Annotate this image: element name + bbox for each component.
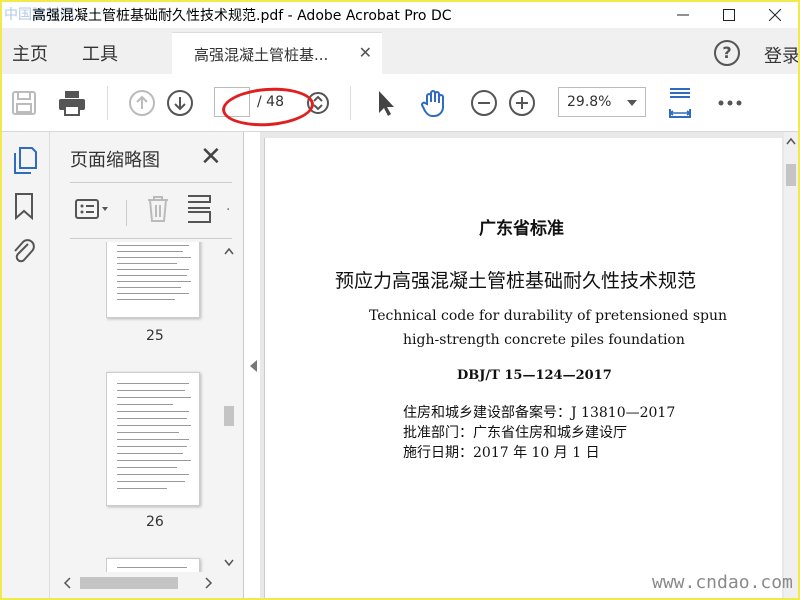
select-cursor-icon[interactable] — [370, 87, 402, 119]
panel-title: 页面缩略图 — [70, 150, 160, 171]
zoom-out-icon[interactable] — [468, 87, 500, 119]
page-thumbnails-icon[interactable] — [12, 146, 38, 178]
title-bar: 中国建材网 高强混凝土管桩基础耐久性技术规范.pdf - Adobe Acrob… — [2, 2, 798, 28]
doc-standard-type: 广东省标准 — [479, 219, 564, 239]
collapse-panel-icon[interactable] — [250, 360, 257, 372]
menu-tools[interactable]: 工具 — [82, 40, 118, 66]
thumbnail-label: 26 — [146, 514, 164, 530]
login-link[interactable]: 登录 — [764, 42, 798, 68]
chevron-down-icon — [627, 100, 637, 106]
maximize-button[interactable] — [706, 2, 752, 28]
thumbnail-horizontal-scrollbar[interactable] — [58, 574, 220, 592]
thumbnail-list: 25 26 — [106, 242, 216, 572]
doc-approval-dept: 批准部门：广东省住房和城乡建设厅 — [403, 425, 627, 441]
more-options-icon[interactable] — [714, 87, 746, 119]
thumbnails-panel: 页面缩略图 ✕ · 25 26 — [50, 132, 244, 598]
page-thumbnail-26[interactable] — [106, 372, 200, 506]
watermark-bottom: www.cndao.com — [652, 572, 793, 593]
insert-page-icon[interactable] — [186, 194, 214, 228]
previous-page-icon[interactable] — [126, 87, 158, 119]
menu-home[interactable]: 主页 — [12, 40, 48, 66]
window-title: 高强混凝土管桩基础耐久性技术规范.pdf - Adobe Acrobat Pro… — [32, 8, 452, 24]
navigation-strip — [2, 132, 50, 598]
doc-title-en-2: high-strength concrete piles foundation — [403, 332, 685, 348]
doc-record-number: 住房和城乡建设部备案号：J 13810—2017 — [403, 405, 676, 421]
bookmark-icon[interactable] — [14, 192, 34, 224]
doc-title-en-1: Technical code for durability of pretens… — [369, 308, 728, 324]
close-window-button[interactable] — [752, 2, 798, 28]
document-tab-label: 高强混凝土管桩基... — [194, 46, 329, 64]
hand-tool-icon[interactable] — [418, 87, 450, 119]
document-tab[interactable]: 高强混凝土管桩基... ✕ — [172, 32, 382, 74]
thumbnail-options-icon[interactable] — [74, 194, 112, 226]
fit-page-icon[interactable] — [664, 87, 696, 119]
doc-code: DBJ/T 15—124—2017 — [457, 368, 612, 383]
more-tools-dot: · — [226, 202, 231, 218]
doc-title-cn: 预应力高强混凝土管桩基础耐久性技术规范 — [335, 270, 697, 292]
toolbar — [2, 74, 798, 132]
acrobat-window: 中国建材网 高强混凝土管桩基础耐久性技术规范.pdf - Adobe Acrob… — [2, 2, 798, 598]
print-icon[interactable] — [56, 87, 88, 119]
zoom-select[interactable]: 29.8% — [558, 87, 646, 117]
panel-close-icon[interactable]: ✕ — [200, 142, 222, 172]
close-icon — [769, 9, 781, 21]
delete-page-icon[interactable] — [144, 194, 172, 228]
minimize-icon — [677, 14, 689, 16]
page-thumbnail-25[interactable] — [106, 242, 200, 318]
pdf-page: 广东省标准 预应力高强混凝土管桩基础耐久性技术规范 Technical code… — [264, 138, 782, 598]
minimize-button[interactable] — [660, 2, 706, 28]
help-icon[interactable]: ? — [714, 40, 740, 66]
thumbnail-label: 25 — [146, 328, 164, 344]
menu-bar: 主页 工具 — [2, 28, 798, 74]
doc-effective-date: 施行日期：2017 年 10 月 1 日 — [403, 445, 600, 461]
next-page-icon[interactable] — [164, 87, 196, 119]
maximize-icon — [723, 9, 735, 21]
zoom-value: 29.8% — [567, 94, 612, 110]
page-thumbnail-27[interactable] — [106, 558, 200, 572]
document-vertical-scrollbar[interactable] — [784, 132, 798, 598]
save-icon[interactable] — [8, 87, 40, 119]
attachment-icon[interactable] — [10, 236, 36, 270]
zoom-in-icon[interactable] — [506, 87, 538, 119]
document-view: 广东省标准 预应力高强混凝土管桩基础耐久性技术规范 Technical code… — [260, 132, 798, 598]
thumbnail-vertical-scrollbar[interactable] — [222, 242, 236, 572]
tab-close-icon[interactable]: ✕ — [359, 43, 372, 62]
